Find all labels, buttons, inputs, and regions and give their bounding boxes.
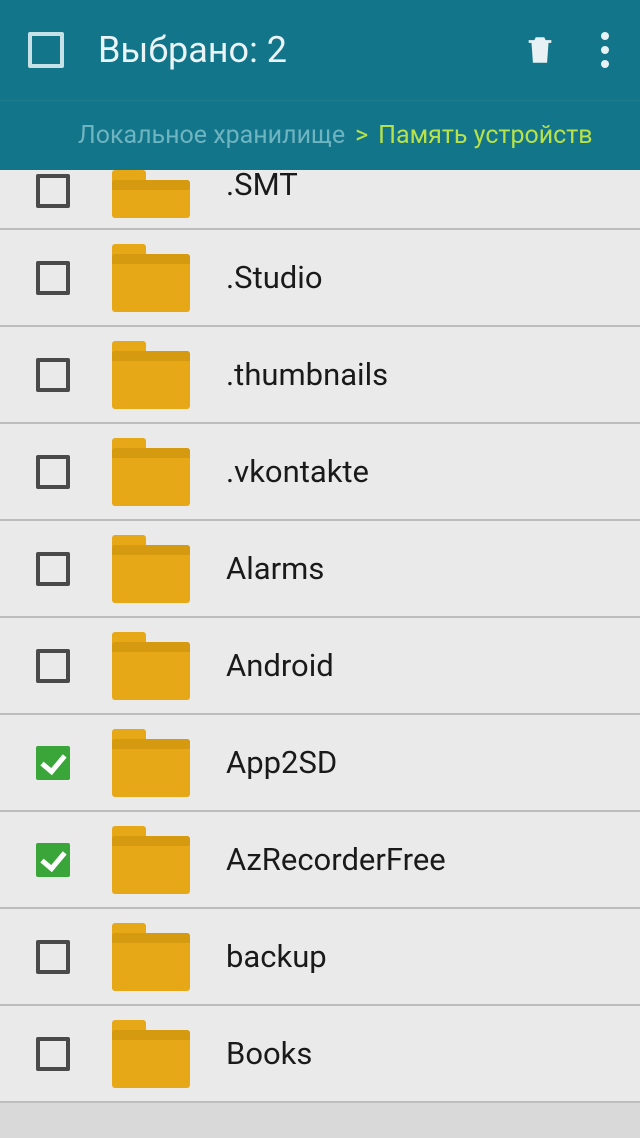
folder-name: App2SD xyxy=(226,744,337,781)
folder-icon xyxy=(112,341,190,409)
folder-name: .vkontakte xyxy=(226,453,369,490)
chevron-right-icon: > xyxy=(355,121,368,150)
folder-name: backup xyxy=(226,938,327,975)
folder-icon xyxy=(112,438,190,506)
delete-button[interactable] xyxy=(520,30,560,70)
item-checkbox[interactable] xyxy=(36,1037,70,1071)
trash-icon xyxy=(523,31,557,69)
list-item[interactable]: Books xyxy=(0,1006,640,1103)
item-checkbox[interactable] xyxy=(36,552,70,586)
select-all-checkbox[interactable] xyxy=(28,32,64,68)
item-checkbox[interactable] xyxy=(36,455,70,489)
folder-name: AzRecorderFree xyxy=(226,841,446,878)
folder-list: .SMT .Studio .thumbnails .vkontakte Alarms An… xyxy=(0,170,640,1103)
breadcrumb-current[interactable]: Память устройств xyxy=(378,121,592,150)
folder-name: .thumbnails xyxy=(226,356,388,393)
list-item[interactable]: backup xyxy=(0,909,640,1006)
folder-icon xyxy=(112,923,190,991)
item-checkbox[interactable] xyxy=(36,649,70,683)
item-checkbox[interactable] xyxy=(36,261,70,295)
list-item[interactable]: .vkontakte xyxy=(0,424,640,521)
folder-name: Android xyxy=(226,647,334,684)
breadcrumb-root[interactable]: Локальное хранилище xyxy=(78,121,345,150)
folder-icon xyxy=(112,170,190,218)
selection-title: Выбрано: 2 xyxy=(98,29,520,71)
list-item[interactable]: Android xyxy=(0,618,640,715)
more-menu-button[interactable] xyxy=(590,30,620,70)
list-item[interactable]: .thumbnails xyxy=(0,327,640,424)
folder-icon xyxy=(112,1020,190,1088)
folder-icon xyxy=(112,244,190,312)
folder-name: .Studio xyxy=(226,259,323,296)
folder-icon xyxy=(112,632,190,700)
app-bar: Выбрано: 2 xyxy=(0,0,640,100)
list-item[interactable]: AzRecorderFree xyxy=(0,812,640,909)
more-icon xyxy=(601,32,609,40)
breadcrumb: Локальное хранилище > Память устройств xyxy=(0,100,640,170)
list-item[interactable]: .Studio xyxy=(0,230,640,327)
item-checkbox[interactable] xyxy=(36,746,70,780)
list-item[interactable]: .SMT xyxy=(0,170,640,230)
item-checkbox[interactable] xyxy=(36,940,70,974)
folder-name: Books xyxy=(226,1035,312,1072)
item-checkbox[interactable] xyxy=(36,174,70,208)
item-checkbox[interactable] xyxy=(36,358,70,392)
list-item[interactable]: Alarms xyxy=(0,521,640,618)
folder-icon xyxy=(112,826,190,894)
item-checkbox[interactable] xyxy=(36,843,70,877)
list-item[interactable]: App2SD xyxy=(0,715,640,812)
folder-name: Alarms xyxy=(226,550,324,587)
folder-icon xyxy=(112,729,190,797)
folder-icon xyxy=(112,535,190,603)
folder-name: .SMT xyxy=(226,166,298,203)
